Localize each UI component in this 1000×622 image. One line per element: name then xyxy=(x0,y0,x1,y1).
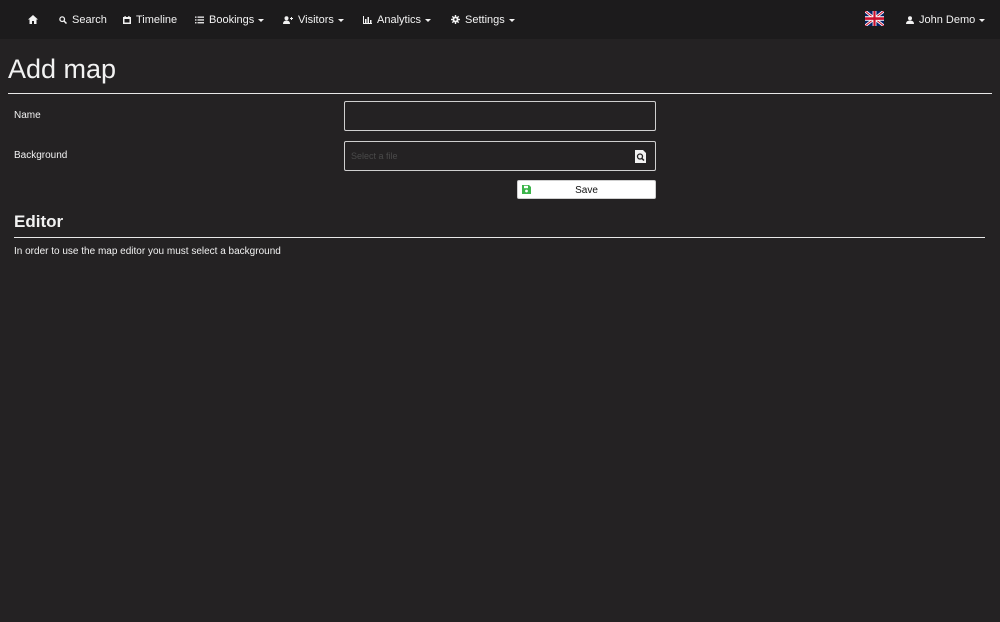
user-add-icon xyxy=(283,15,293,24)
nav-visitors[interactable]: Visitors xyxy=(283,0,344,39)
user-menu[interactable]: John Demo xyxy=(906,0,986,39)
editor-message: In order to use the map editor you must … xyxy=(14,246,281,257)
page-title: Add map xyxy=(8,54,117,84)
user-icon xyxy=(906,15,914,24)
file-search-icon[interactable] xyxy=(634,150,647,163)
background-placeholder: Select a file xyxy=(351,151,398,161)
uk-flag-icon[interactable] xyxy=(865,11,884,26)
nav-search[interactable]: Search xyxy=(59,0,107,39)
nav-settings[interactable]: Settings xyxy=(451,0,515,39)
name-field[interactable] xyxy=(344,101,656,131)
nav-search-label: Search xyxy=(72,13,107,26)
bar-chart-icon xyxy=(363,15,372,24)
nav-bookings[interactable]: Bookings xyxy=(195,0,265,39)
top-navbar: Search Timeline Bookings Visitors Analyt… xyxy=(0,0,1000,39)
chevron-down-icon xyxy=(508,18,515,22)
nav-visitors-label: Visitors xyxy=(298,13,334,26)
background-field[interactable]: Select a file xyxy=(344,141,656,171)
name-label: Name xyxy=(14,110,41,121)
nav-bookings-label: Bookings xyxy=(209,13,255,26)
chevron-down-icon xyxy=(425,18,432,22)
nav-home[interactable] xyxy=(28,0,43,39)
save-button-label: Save xyxy=(575,185,598,196)
nav-timeline-label: Timeline xyxy=(136,13,178,26)
nav-settings-label: Settings xyxy=(465,13,505,26)
gear-icon xyxy=(451,15,460,24)
calendar-icon xyxy=(123,15,131,24)
editor-divider xyxy=(14,237,985,238)
home-icon xyxy=(28,15,38,24)
nav-timeline[interactable]: Timeline xyxy=(123,0,177,39)
user-name: John Demo xyxy=(919,13,976,26)
background-label: Background xyxy=(14,150,68,161)
chevron-down-icon xyxy=(337,18,344,22)
editor-heading: Editor xyxy=(14,212,64,231)
chevron-down-icon xyxy=(258,18,265,22)
nav-analytics-label: Analytics xyxy=(377,13,422,26)
search-icon xyxy=(59,15,67,24)
nav-analytics[interactable]: Analytics xyxy=(363,0,432,39)
save-button[interactable]: Save xyxy=(517,180,656,199)
chevron-down-icon xyxy=(979,18,986,22)
list-icon xyxy=(195,16,204,23)
title-divider xyxy=(8,93,992,94)
